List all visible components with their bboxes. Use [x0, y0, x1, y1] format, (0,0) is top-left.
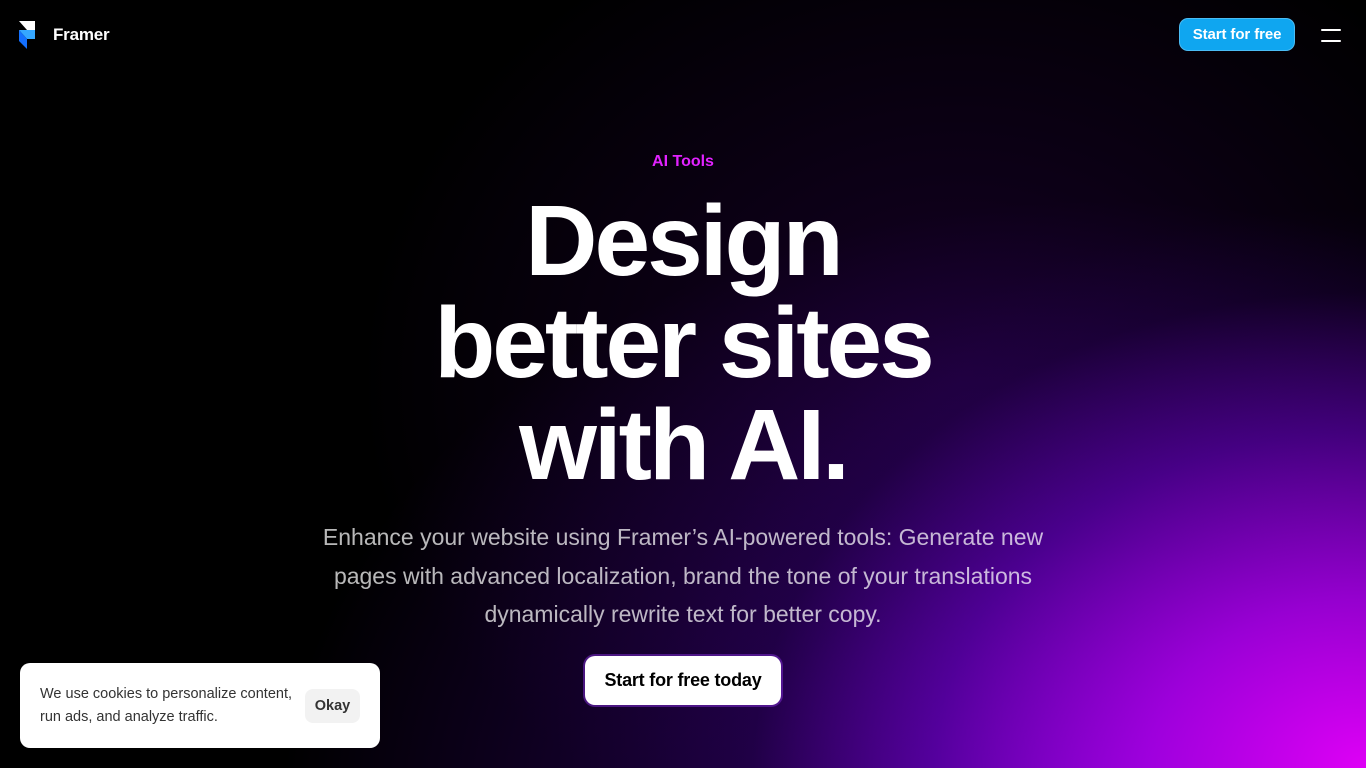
- headline-line-2: better sites: [434, 287, 935, 399]
- framer-logo-link[interactable]: Framer: [19, 21, 110, 49]
- page: Framer Start for free AI Tools Design be…: [0, 0, 1366, 768]
- start-for-free-today-button[interactable]: Start for free today: [585, 656, 781, 705]
- headline-line-3: with AI.: [519, 389, 850, 501]
- hero-headline: Design better sites with AI.: [0, 190, 1366, 496]
- hero-eyebrow: AI Tools: [652, 153, 714, 170]
- brand-name: Framer: [53, 25, 110, 44]
- hamburger-menu-icon[interactable]: [1319, 26, 1343, 44]
- cookie-message: We use cookies to personalize content, r…: [40, 686, 293, 725]
- hero-subtitle: Enhance your website using Framer’s AI-p…: [322, 524, 1044, 627]
- headline-line-1: Design: [525, 185, 843, 297]
- top-navigation: Framer Start for free: [0, 0, 1366, 70]
- menu-line-bottom: [1321, 40, 1341, 42]
- framer-logo-icon: [19, 21, 35, 49]
- menu-line-top: [1321, 29, 1341, 31]
- cookie-okay-button[interactable]: Okay: [305, 689, 360, 723]
- start-for-free-button[interactable]: Start for free: [1179, 18, 1295, 51]
